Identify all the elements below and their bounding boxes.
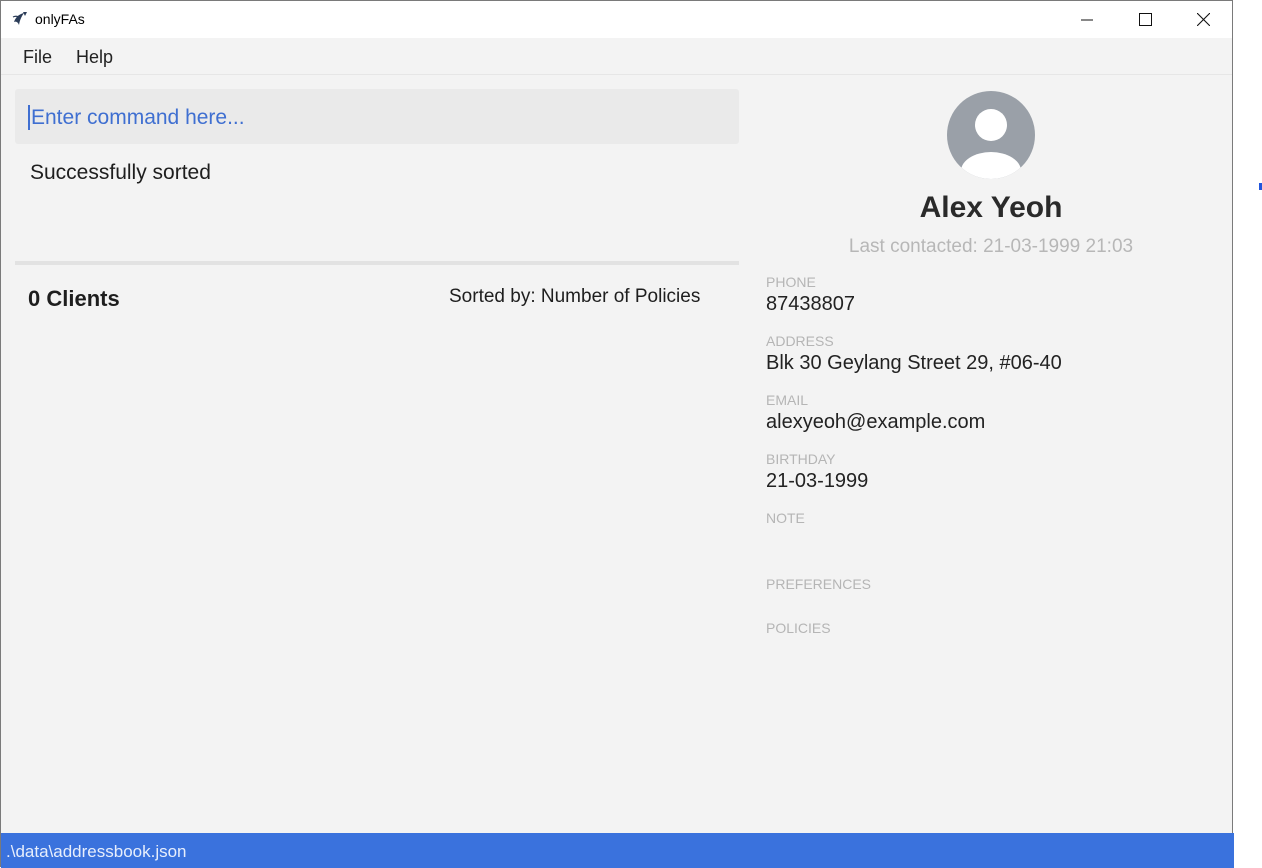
user-avatar-icon xyxy=(947,91,1035,179)
save-file-path: .\data\addressbook.json xyxy=(6,842,187,861)
command-box[interactable] xyxy=(15,89,739,146)
birthday-label: BIRTHDAY xyxy=(766,451,836,467)
last-contacted: Last contacted: 21-03-1999 21:03 xyxy=(848,236,1134,257)
menu-bar: File Help xyxy=(1,38,1232,75)
close-icon xyxy=(1196,13,1210,26)
menu-help[interactable]: Help xyxy=(76,47,113,68)
address-label: ADDRESS xyxy=(766,333,834,349)
menu-file[interactable]: File xyxy=(23,47,52,68)
policies-label: POLICIES xyxy=(766,620,831,636)
phone-value: 87438807 xyxy=(766,293,855,315)
sort-indicator: Sorted by: Number of Policies xyxy=(449,286,701,307)
close-button[interactable] xyxy=(1174,1,1232,38)
maximize-button[interactable] xyxy=(1116,1,1174,38)
minimize-icon xyxy=(1081,19,1093,20)
client-name: Alex Yeoh xyxy=(919,191,1063,224)
panel-divider[interactable] xyxy=(15,261,739,265)
result-message: Successfully sorted xyxy=(30,161,211,184)
minimize-button[interactable] xyxy=(1058,1,1116,38)
app-window: onlyFAs File Help Successfully sorted 0 … xyxy=(0,0,1234,868)
window-title: onlyFAs xyxy=(35,11,85,27)
phone-label: PHONE xyxy=(766,274,816,290)
preferences-label: PREFERENCES xyxy=(766,576,872,592)
note-label: NOTE xyxy=(766,510,805,526)
status-bar: .\data\addressbook.json xyxy=(1,833,1234,868)
client-count: 0 Clients xyxy=(28,286,120,311)
birthday-value: 21-03-1999 xyxy=(766,470,869,492)
address-value: Blk 30 Geylang Street 29, #06-40 xyxy=(766,352,1062,374)
maximize-icon xyxy=(1138,13,1152,26)
email-label: EMAIL xyxy=(766,392,809,408)
app-logo-icon xyxy=(12,12,27,25)
text-caret xyxy=(28,105,30,130)
email-value: alexyeoh@example.com xyxy=(766,411,986,433)
title-bar[interactable]: onlyFAs xyxy=(1,1,1232,38)
command-input[interactable] xyxy=(29,89,733,146)
